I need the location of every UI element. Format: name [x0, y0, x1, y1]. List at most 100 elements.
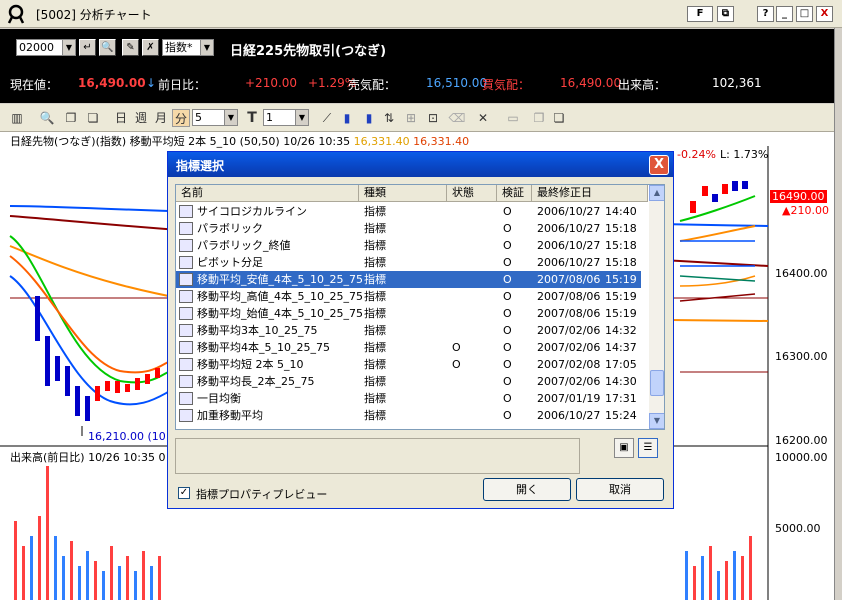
list-item[interactable]: 移動平均4本_5_10_25_75 指標 O O 2007/02/06 14:37 [176, 339, 641, 356]
item-name: 移動平均4本_5_10_25_75 [197, 341, 330, 354]
copy-window-button[interactable]: ⧉ [717, 6, 734, 22]
indicator-icon [179, 290, 193, 303]
dialog-titlebar[interactable]: 指標選択 X [168, 152, 673, 177]
large-icon-view-button[interactable]: ▣ [614, 438, 634, 458]
scroll-up-button[interactable]: ▲ [649, 185, 664, 201]
draw-line-icon[interactable]: ⟋ [318, 109, 336, 127]
item-verify: O [503, 341, 512, 354]
open-button[interactable]: 開く [483, 478, 571, 501]
bar-chart-alt-icon[interactable]: ▮ [360, 109, 378, 127]
item-verify: O [503, 239, 512, 252]
minimize-button[interactable]: _ [776, 6, 793, 22]
code-value: 02000 [19, 41, 54, 54]
item-verify: O [503, 307, 512, 320]
column-header-date[interactable]: 最終修正日 [532, 185, 648, 202]
search-button[interactable]: 🔍 [99, 39, 116, 56]
scroll-thumb[interactable] [650, 370, 664, 396]
copy-disabled-icon[interactable]: ❐ [530, 109, 548, 127]
indicator-icon [179, 273, 193, 286]
close-button[interactable]: X [816, 6, 833, 22]
list-item[interactable]: 移動平均3本_10_25_75 指標 O 2007/02/06 14:32 [176, 322, 641, 339]
dialog-close-button[interactable]: X [649, 155, 669, 175]
prev-label: 前日比： [158, 78, 207, 92]
column-header-name[interactable]: 名前 [176, 185, 359, 202]
delete-x-icon[interactable]: ✕ [474, 109, 492, 127]
clear-button[interactable]: ✗ [142, 39, 159, 56]
scroll-down-button[interactable]: ▼ [649, 413, 664, 429]
export-icon[interactable]: ❏ [550, 109, 568, 127]
item-verify: O [503, 409, 512, 422]
list-item[interactable]: 移動平均長_2本_25_75 指標 O 2007/02/06 14:30 [176, 373, 641, 390]
item-date: 2006/10/27 [537, 222, 601, 235]
list-item[interactable]: 一目均衡 指標 O 2007/01/19 17:31 [176, 390, 641, 407]
volume-axis-label: 10000.00 [775, 451, 828, 464]
sort-arrows-icon[interactable]: ⇅ [380, 109, 398, 127]
list-item[interactable]: 移動平均_高値_4本_5_10_25_75 指標 O 2007/08/06 15:19 [176, 288, 641, 305]
paste-icon[interactable]: ❏ [84, 109, 102, 127]
month-button[interactable]: 月 [152, 109, 170, 127]
symbol-name: 日経225先物取引(つなぎ) [230, 44, 387, 59]
edit-icon: ✎ [126, 42, 135, 53]
list-item[interactable]: パラボリック_終値 指標 O 2006/10/27 15:18 [176, 237, 641, 254]
list-item[interactable]: サイコロジカルライン 指標 O 2006/10/27 14:40 [176, 203, 641, 220]
detail-view-button[interactable]: ☰ [638, 438, 658, 458]
item-time: 15:18 [605, 222, 637, 235]
search-icon: 🔍 [101, 42, 114, 53]
window-scrollbar[interactable] [834, 28, 842, 600]
grid-icon[interactable]: ⊞ [402, 109, 420, 127]
current-price-box: 16490.00 [770, 190, 827, 203]
quote-header: 02000 ▼ ↵ 🔍 ✎ ✗ 指数* ▼ 日経225先物取引(つなぎ) 現在値： … [0, 29, 834, 103]
list-scrollbar[interactable]: ▲ ▼ [649, 185, 664, 429]
minute-button[interactable]: 分 [172, 109, 190, 127]
week-button[interactable]: 週 [132, 109, 150, 127]
zoom-icon[interactable]: 🔍 [38, 109, 56, 127]
chevron-down-icon: ▼ [295, 110, 308, 125]
current-label: 現在値： [10, 78, 59, 92]
day-button[interactable]: 日 [112, 109, 130, 127]
t-button[interactable]: T [243, 109, 261, 127]
period-select[interactable]: 5 ▼ [192, 109, 238, 126]
eraser-icon[interactable]: ⌫ [448, 109, 466, 127]
list-item[interactable]: 加重移動平均 指標 O 2006/10/27 15:24 [176, 407, 641, 424]
app-logo-icon [7, 4, 25, 24]
list-item[interactable]: 移動平均_始値_4本_5_10_25_75 指標 O 2007/08/06 15:19 [176, 305, 641, 322]
indicator-list[interactable]: 名前 種類 状態 検証 最終修正日 サイコロジカルライン 指標 O 2006/10/2… [175, 184, 665, 430]
help-button[interactable]: ? [757, 6, 774, 22]
price-change-label: ▲210.00 [782, 204, 829, 217]
t-select[interactable]: 1 ▼ [263, 109, 309, 126]
list-item[interactable]: パラボリック 指標 O 2006/10/27 15:18 [176, 220, 641, 237]
copy-icon[interactable]: ❐ [62, 109, 80, 127]
list-item[interactable]: ピボット分足 指標 O 2006/10/27 15:18 [176, 254, 641, 271]
f-button[interactable]: F [687, 6, 713, 22]
column-header-verify[interactable]: 検証 [497, 185, 532, 202]
item-verify: O [503, 256, 512, 269]
save-icon[interactable]: ▭ [504, 109, 522, 127]
cancel-button[interactable]: 取消 [576, 478, 664, 501]
settings-grid-icon[interactable]: ⊡ [424, 109, 442, 127]
item-type: 指標 [364, 358, 386, 371]
indicator-icon [179, 375, 193, 388]
list-item[interactable]: 移動平均_安値_4本_5_10_25_75 指標 O 2007/08/06 15:19 [176, 271, 641, 288]
maximize-button[interactable]: □ [796, 6, 813, 22]
preview-checkbox[interactable]: ✓ [178, 487, 190, 499]
item-name: サイコロジカルライン [197, 205, 307, 218]
low-annotation: 16,210.00 (10 [88, 430, 166, 443]
chevron-down-icon: ▼ [653, 416, 661, 425]
volume-info: 出来高(前日比) 10/26 10:35 0 [10, 451, 166, 464]
column-header-type[interactable]: 種類 [359, 185, 447, 202]
chevron-up-icon: ▲ [653, 188, 661, 197]
code-select[interactable]: 02000 ▼ [16, 39, 76, 56]
column-header-state[interactable]: 状態 [447, 185, 497, 202]
item-verify: O [503, 222, 512, 235]
item-verify: O [503, 375, 512, 388]
edit-button[interactable]: ✎ [122, 39, 139, 56]
bar-chart-icon[interactable]: ▮ [338, 109, 356, 127]
list-item[interactable]: 移動平均短 2本 5_10 指標 O O 2007/02/08 17:05 [176, 356, 641, 373]
indicator-select[interactable]: 指数* ▼ [162, 39, 214, 56]
item-name: 移動平均_高値_4本_5_10_25_75 [197, 290, 363, 303]
candle-icon[interactable]: ▥ [8, 109, 26, 127]
indicator-icon [179, 239, 193, 252]
item-name: 移動平均短 2本 5_10 [197, 358, 304, 371]
item-time: 17:05 [605, 358, 637, 371]
enter-button[interactable]: ↵ [79, 39, 96, 56]
